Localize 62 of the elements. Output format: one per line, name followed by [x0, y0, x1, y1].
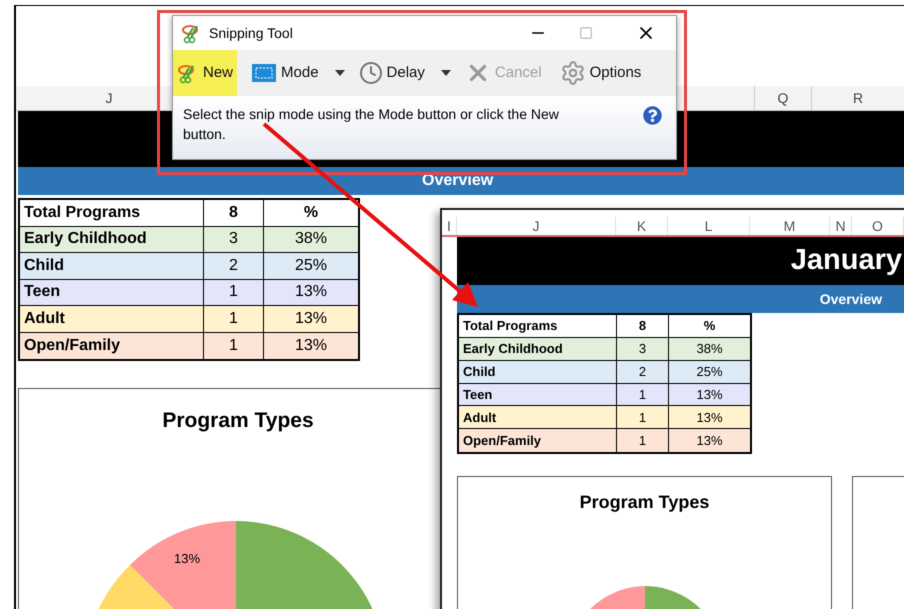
table-cell: 1	[203, 306, 263, 332]
settings-icon	[560, 60, 586, 86]
table-cell: 13%	[263, 280, 358, 306]
column-header[interactable]: L	[668, 217, 750, 236]
column-header[interactable]: O	[852, 217, 904, 236]
instruction-text: Select the snip mode using the Mode button or click the New button.	[183, 105, 560, 144]
column-header[interactable]: R	[812, 86, 904, 110]
overview-heading: Overview	[422, 171, 494, 191]
table-cell: 25%	[668, 360, 750, 384]
column-header[interactable]: J	[16, 86, 166, 110]
table-header-cell: %	[668, 315, 750, 338]
month-title: January	[790, 243, 902, 278]
column-header[interactable]: N	[830, 217, 852, 236]
table-cell: 3	[616, 338, 668, 361]
table-cell: 13%	[668, 384, 750, 406]
table-cell: Early Childhood	[20, 226, 203, 253]
caret-icon[interactable]	[440, 70, 451, 76]
table-cell: 1	[616, 406, 668, 430]
chart-title: Program Types	[162, 408, 314, 434]
column-header[interactable]: K	[616, 217, 668, 236]
chart-title: Program Types	[580, 491, 710, 514]
help-icon[interactable]	[643, 106, 662, 125]
table-cell: 13%	[263, 332, 358, 359]
table-cell: 1	[203, 280, 263, 306]
table-cell: 2	[203, 253, 263, 280]
toolbar-button[interactable]: Mode	[247, 50, 323, 96]
table-header-cell: 8	[616, 315, 668, 338]
column-header[interactable]: M	[750, 217, 830, 236]
window-title: Snipping Tool	[209, 24, 293, 43]
table-cell: 25%	[263, 253, 358, 280]
table-cell: Adult	[20, 306, 203, 332]
table-cell: Early Childhood	[459, 338, 616, 361]
table-cell: 13%	[668, 429, 750, 452]
column-header[interactable]: J	[457, 217, 616, 236]
table-header-cell: %	[263, 200, 358, 226]
table-cell: Child	[20, 253, 203, 280]
table-cell: 13%	[263, 306, 358, 332]
clock-icon	[358, 61, 383, 85]
table-cell: Open/Family	[459, 429, 616, 452]
table-cell: 38%	[668, 338, 750, 361]
table-cell: 1	[616, 429, 668, 452]
table-cell: 1	[616, 384, 668, 406]
toolbar-button[interactable]: Delay	[354, 50, 429, 96]
table-cell: Child	[459, 360, 616, 384]
slice-label: 13%	[174, 550, 200, 568]
table-cell: 3	[203, 226, 263, 253]
column-header[interactable]: Q	[754, 86, 812, 110]
caret-icon[interactable]	[334, 70, 345, 76]
table-cell: 2	[616, 360, 668, 384]
table-cell: 38%	[263, 226, 358, 253]
rectangle-icon	[251, 63, 278, 83]
table-cell: Teen	[20, 280, 203, 306]
table-header-cell: 8	[203, 200, 263, 226]
table-cell: 1	[203, 332, 263, 359]
toolbar-button[interactable]: Options	[556, 50, 646, 96]
toolbar-button[interactable]: New	[173, 50, 238, 96]
overview-heading: Overview	[820, 290, 882, 309]
table-cell: Teen	[459, 384, 616, 406]
table-cell: Adult	[459, 406, 616, 430]
table-cell: 13%	[668, 406, 750, 430]
table-cell: Open/Family	[20, 332, 203, 359]
column-header[interactable]: I	[442, 217, 457, 236]
